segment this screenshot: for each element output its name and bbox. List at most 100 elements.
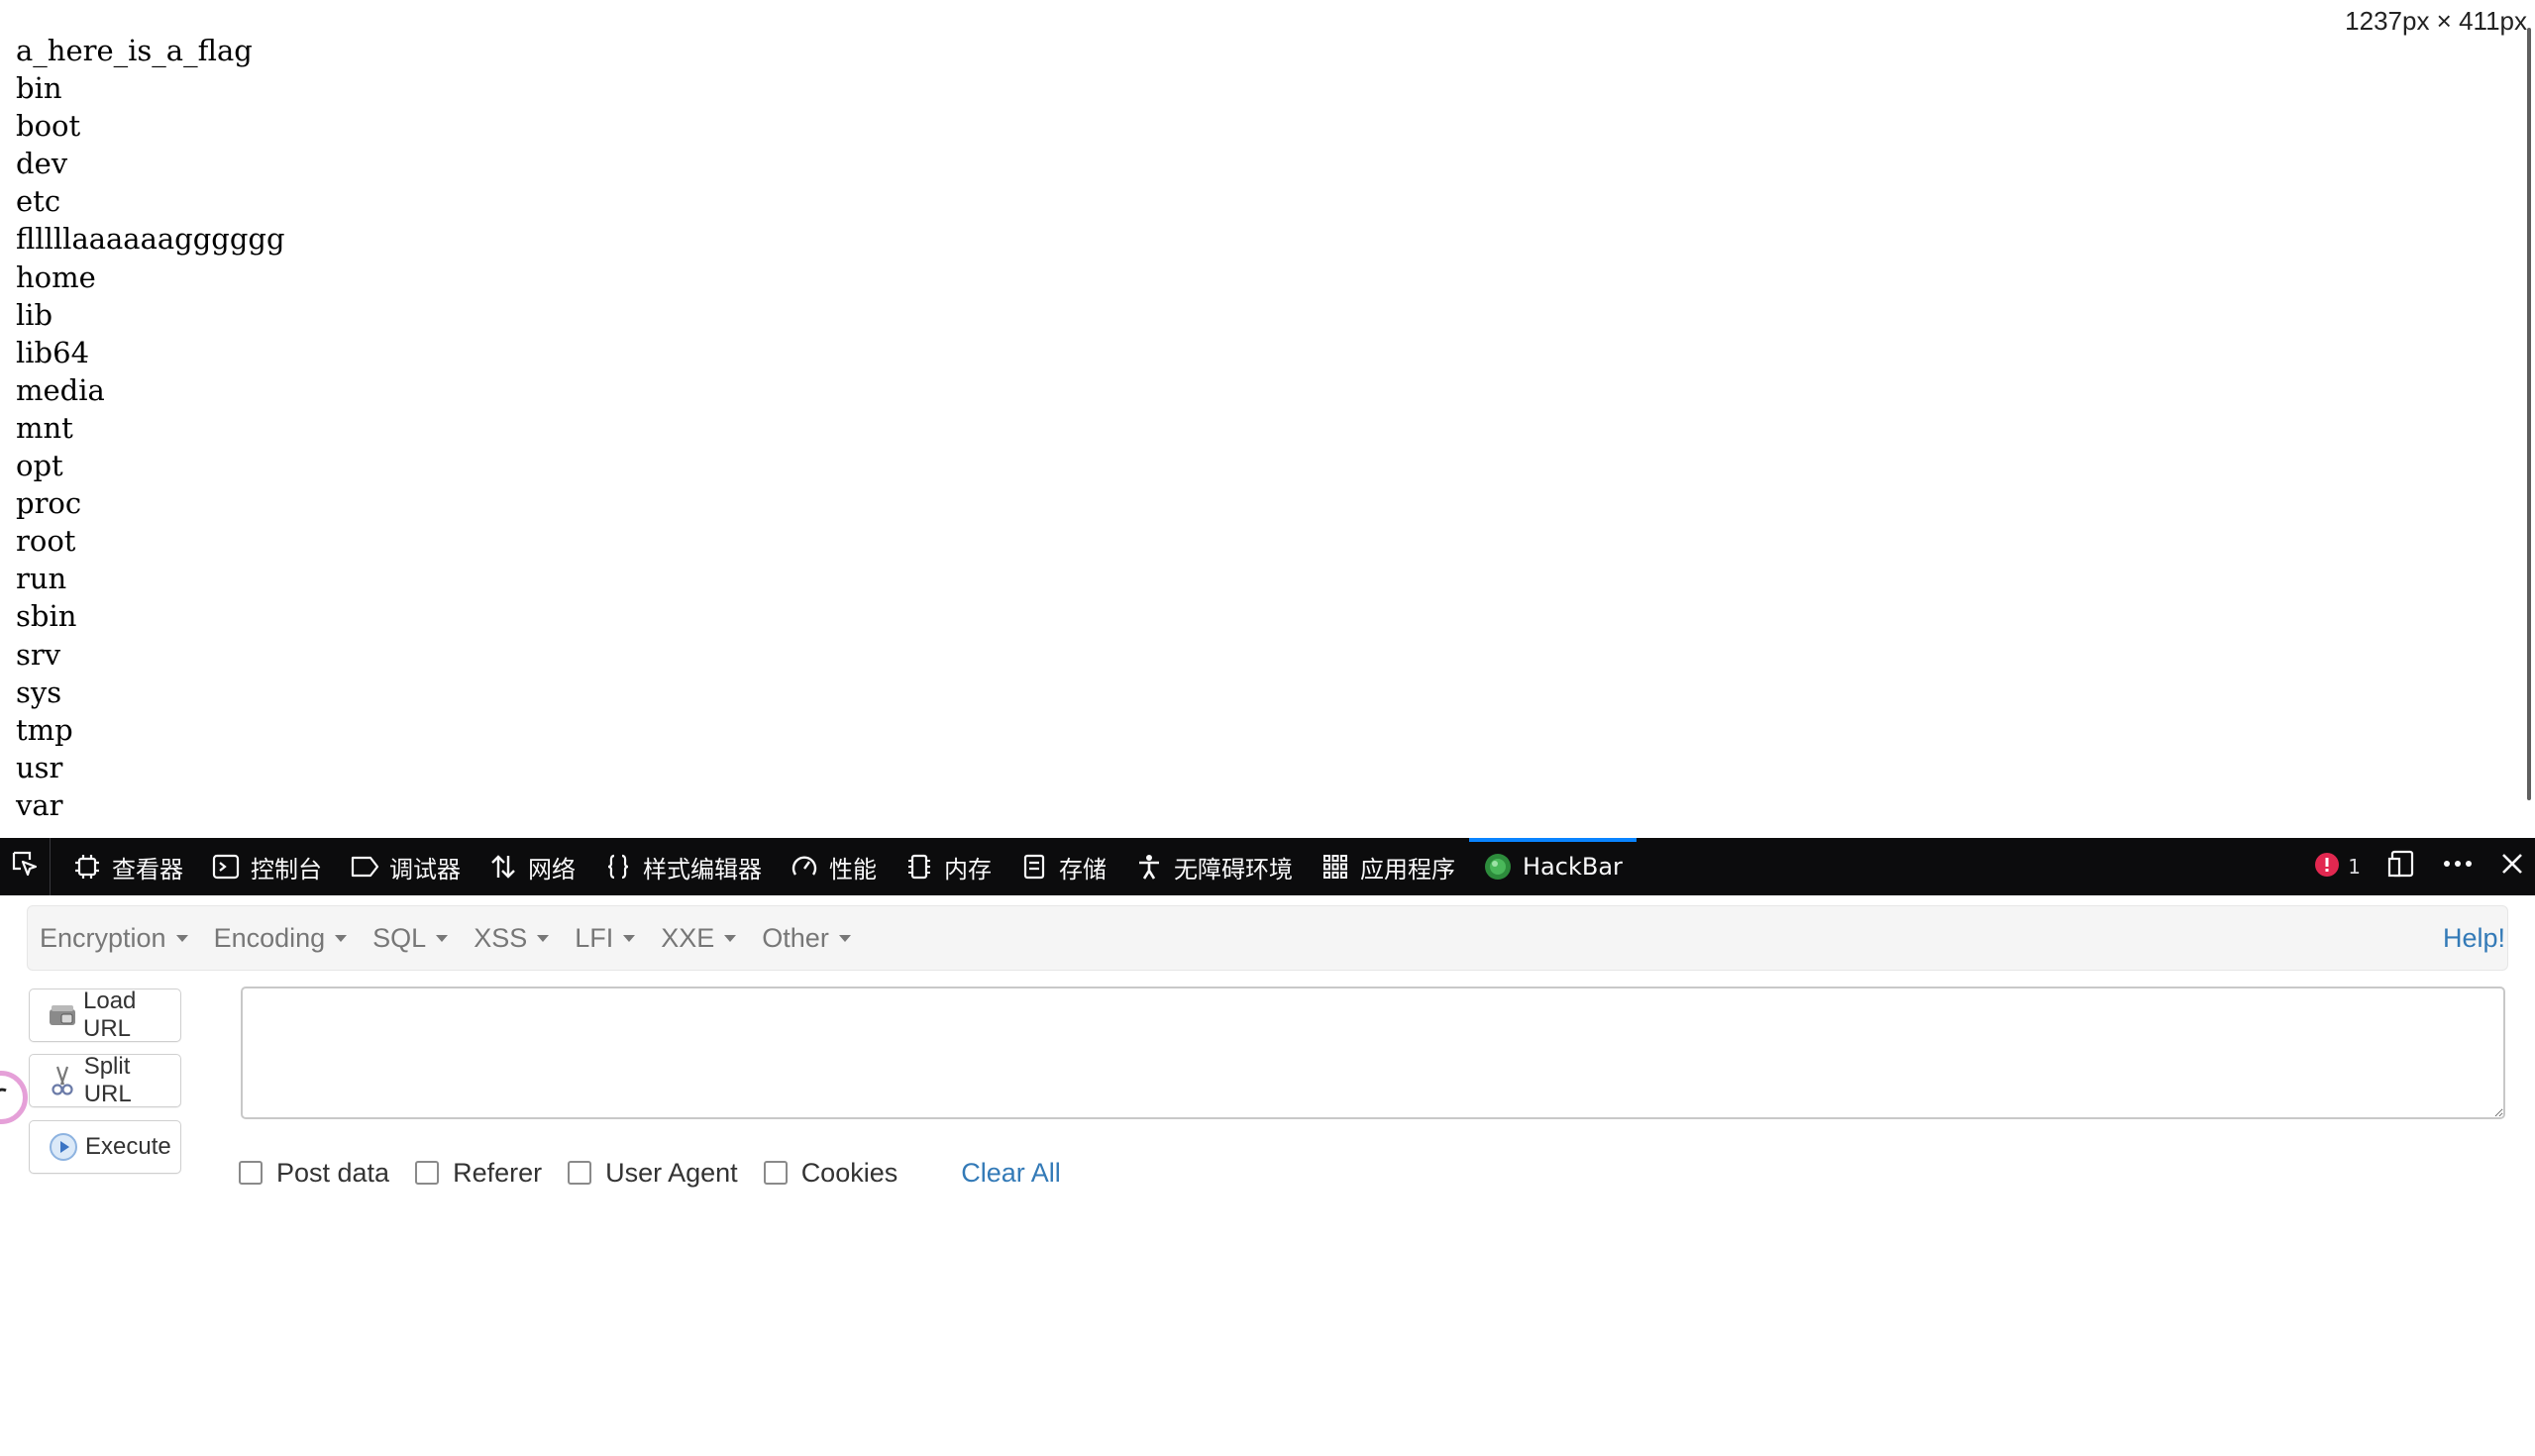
menu-label: SQL <box>372 922 427 953</box>
tab-performance[interactable]: 性能 <box>776 838 891 895</box>
directory-entry: srv <box>16 637 61 672</box>
element-picker-button[interactable] <box>0 838 51 895</box>
menu-label: XSS <box>474 922 528 953</box>
tab-label: 无障碍环境 <box>1174 855 1293 884</box>
caret-down-icon <box>724 934 737 942</box>
menu-label: XXE <box>661 922 715 953</box>
directory-entry: dev <box>16 147 68 181</box>
tab-label: 性能 <box>829 855 877 884</box>
tab-label: 网络 <box>528 855 576 884</box>
directory-entry: mnt <box>16 410 73 445</box>
tab-debugger[interactable]: 调试器 <box>336 838 475 895</box>
page-scrollbar[interactable] <box>2527 28 2531 800</box>
url-input[interactable] <box>241 987 2505 1119</box>
tab-label: 存储 <box>1059 855 1107 884</box>
menu-sql[interactable]: SQL <box>360 923 461 954</box>
referer-checkbox[interactable] <box>415 1161 440 1185</box>
tab-style-editor[interactable]: 样式编辑器 <box>589 838 776 895</box>
button-label: Split URL <box>83 1053 132 1107</box>
storage-icon <box>1019 852 1049 882</box>
menu-other[interactable]: Other <box>749 923 864 954</box>
hackbar-menu-bar: Encryption Encoding SQL XSS LFI XXE Othe… <box>27 905 2508 971</box>
tab-label: HackBar <box>1523 853 1623 881</box>
tab-network[interactable]: 网络 <box>475 838 589 895</box>
menu-label: LFI <box>575 922 614 953</box>
split-url-button[interactable]: Split URL <box>29 1053 181 1107</box>
menu-encoding[interactable]: Encoding <box>201 923 361 954</box>
play-icon <box>48 1131 79 1163</box>
devtools-toolbar: 查看器 控制台 调试器 网络 样式编辑器 性能 内存 存储 无障碍环境 应用程序… <box>0 838 2535 895</box>
caret-down-icon <box>537 934 550 942</box>
directory-entry: root <box>16 524 76 559</box>
menu-lfi[interactable]: LFI <box>562 923 648 954</box>
directory-entry: sys <box>16 675 62 709</box>
post-data-option[interactable]: Post data <box>239 1158 389 1189</box>
tab-storage[interactable]: 存储 <box>1005 838 1120 895</box>
caret-down-icon <box>436 934 449 942</box>
directory-entry: proc <box>16 486 82 521</box>
user-agent-option[interactable]: User Agent <box>568 1158 738 1189</box>
directory-entry: sbin <box>16 599 77 634</box>
memory-icon <box>904 852 934 882</box>
directory-entry: bin <box>16 71 62 106</box>
directory-entry: boot <box>16 109 81 144</box>
directory-entry: flllllaaaaaagggggg <box>16 222 285 257</box>
clear-all-link[interactable]: Clear All <box>961 1158 1061 1189</box>
application-icon <box>1320 852 1350 882</box>
cookies-checkbox[interactable] <box>763 1161 788 1185</box>
caret-down-icon <box>335 934 348 942</box>
user-agent-checkbox[interactable] <box>568 1161 592 1185</box>
tab-application[interactable]: 应用程序 <box>1307 838 1469 895</box>
page-content: a_here_is_a_flag bin boot dev etc flllll… <box>0 0 2535 838</box>
help-link[interactable]: Help! <box>2443 923 2507 954</box>
error-count-badge[interactable]: 1 <box>2314 852 2361 883</box>
menu-label: Encoding <box>213 922 326 953</box>
caret-down-icon <box>175 934 188 942</box>
menu-label: Other <box>762 922 829 953</box>
option-label: Cookies <box>800 1157 898 1188</box>
tab-label: 应用程序 <box>1360 855 1455 884</box>
button-label: Load URL <box>83 988 137 1042</box>
menu-xss[interactable]: XSS <box>461 923 562 954</box>
load-url-button[interactable]: Load URL <box>29 988 181 1042</box>
tab-label: 样式编辑器 <box>643 855 762 884</box>
menu-encryption[interactable]: Encryption <box>28 923 201 954</box>
more-options-icon[interactable] <box>2442 849 2474 884</box>
tab-memory[interactable]: 内存 <box>891 838 1005 895</box>
request-options: Post data Referer User Agent Cookies Cle… <box>239 1153 1061 1193</box>
option-label: Post data <box>276 1157 390 1188</box>
directory-entry: tmp <box>16 712 73 747</box>
performance-icon <box>790 852 819 882</box>
accessibility-icon <box>1134 852 1164 882</box>
directory-entry: etc <box>16 184 61 219</box>
debugger-icon <box>350 852 379 882</box>
tab-label: 查看器 <box>112 855 183 884</box>
directory-entry: run <box>16 562 67 596</box>
menu-xxe[interactable]: XXE <box>648 923 749 954</box>
tab-inspector[interactable]: 查看器 <box>58 838 197 895</box>
viewport-size-indicator: 1237px × 411px <box>2343 6 2529 37</box>
console-icon <box>211 852 241 882</box>
tab-label: 内存 <box>944 855 992 884</box>
dock-toggle-icon[interactable] <box>2386 849 2416 884</box>
hackbar-icon <box>1483 852 1513 882</box>
directory-entry: lib64 <box>16 335 90 369</box>
referer-option[interactable]: Referer <box>415 1158 542 1189</box>
tab-label: 控制台 <box>251 855 322 884</box>
inspector-icon <box>72 852 102 882</box>
tab-hackbar[interactable]: HackBar <box>1469 838 1637 895</box>
post-data-checkbox[interactable] <box>239 1161 263 1185</box>
directory-entry: home <box>16 260 96 294</box>
option-label: Referer <box>453 1157 543 1188</box>
tab-accessibility[interactable]: 无障碍环境 <box>1120 838 1307 895</box>
execute-button[interactable]: Execute <box>29 1120 181 1174</box>
error-count: 1 <box>2348 855 2361 879</box>
cookies-option[interactable]: Cookies <box>763 1157 898 1189</box>
directory-entry: a_here_is_a_flag <box>16 34 253 67</box>
tab-console[interactable]: 控制台 <box>197 838 336 895</box>
element-picker-icon <box>10 849 40 884</box>
tab-label: 调试器 <box>389 855 461 884</box>
caret-down-icon <box>838 934 851 942</box>
close-icon[interactable] <box>2499 851 2525 883</box>
scissors-icon <box>48 1065 78 1096</box>
